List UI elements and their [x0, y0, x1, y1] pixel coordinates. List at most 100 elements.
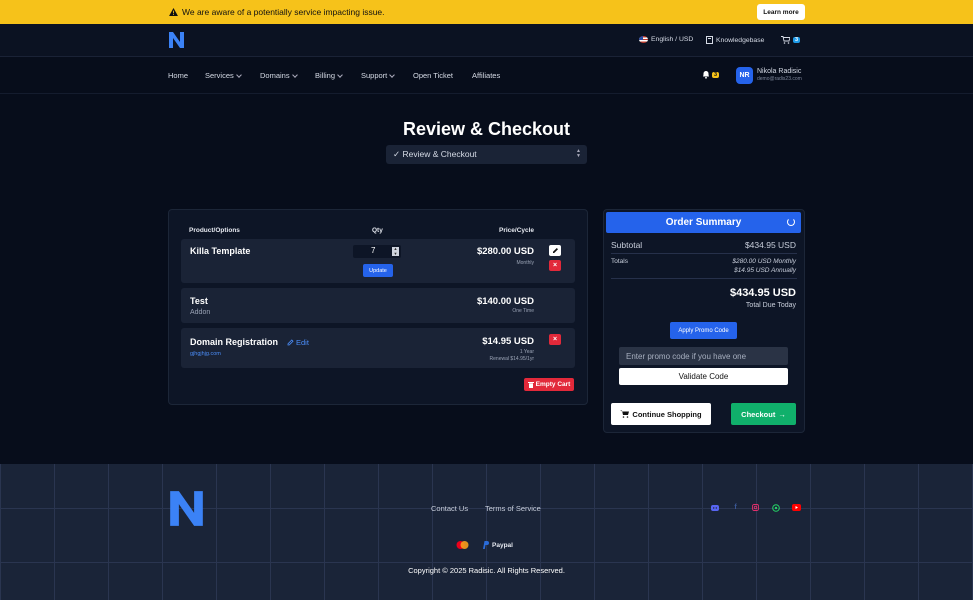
copyright-text: Copyright © 2025 Radisic. All Rights Res… — [408, 566, 565, 575]
nav-affiliates[interactable]: Affiliates — [472, 71, 500, 80]
edit-domain-link[interactable]: Edit — [287, 338, 309, 347]
empty-cart-button[interactable]: Empty Cart — [524, 378, 574, 391]
domain-name-link[interactable]: gjhgjhjg.com — [190, 351, 221, 357]
cart-item-row: Test Addon $140.00 USD One Time — [181, 288, 575, 323]
nav-open-ticket-label: Open Ticket — [413, 71, 454, 80]
total-due-value: $434.95 USD — [729, 287, 796, 299]
item-price: $280.00 USD — [476, 246, 534, 257]
totals-annually: $14.95 USD Annually — [734, 267, 796, 274]
product-type: Addon — [190, 309, 211, 316]
remove-item-button[interactable]: × — [549, 260, 561, 271]
avatar[interactable]: NR — [736, 67, 753, 84]
apply-promo-button[interactable]: Apply Promo Code — [670, 322, 737, 339]
continue-shopping-button[interactable]: Continue Shopping — [611, 403, 711, 425]
total-due-label: Total Due Today — [745, 302, 796, 309]
close-icon: × — [552, 336, 558, 343]
edit-label: Edit — [296, 338, 309, 347]
mastercard-icon — [456, 541, 469, 549]
product-name: Test — [190, 296, 208, 306]
cart-icon — [781, 36, 790, 44]
language-selector[interactable]: English / USD — [639, 36, 693, 43]
column-header-product: Product/Options — [189, 227, 240, 234]
loading-spinner-icon — [787, 218, 795, 226]
checkout-step-select[interactable]: ✓ Review & Checkout ▲ ▼ — [386, 145, 587, 164]
bell-icon — [703, 71, 709, 79]
instagram-icon[interactable] — [751, 503, 760, 512]
trash-icon — [527, 382, 534, 388]
whatsapp-icon[interactable] — [771, 503, 780, 512]
discord-icon[interactable] — [710, 503, 719, 512]
main-navbar: Home Services Domains Billing Support Op… — [0, 57, 973, 94]
cart-count-badge: 3 — [793, 37, 801, 43]
empty-cart-label: Empty Cart — [535, 381, 571, 388]
cart-link[interactable]: 3 — [781, 36, 801, 44]
validate-code-button[interactable]: Validate Code — [619, 368, 788, 385]
totals-label: Totals — [611, 258, 628, 265]
chevron-down-icon — [389, 71, 396, 78]
order-summary-title: Order Summary — [665, 217, 742, 228]
notifications-button[interactable]: 3 — [702, 70, 720, 79]
checkout-button[interactable]: Checkout → — [731, 403, 796, 425]
checkout-label: Checkout — [741, 409, 776, 419]
divider — [611, 278, 797, 279]
totals-monthly: $280.00 USD Monthly — [732, 258, 796, 265]
arrow-right-icon: → — [778, 409, 786, 419]
page-title: Review & Checkout — [402, 119, 571, 139]
paypal-badge: Paypal — [482, 541, 513, 549]
close-icon: × — [552, 262, 558, 269]
footer-logo[interactable] — [168, 488, 205, 529]
update-quantity-button[interactable]: Update — [363, 264, 393, 277]
facebook-icon[interactable]: f — [731, 503, 740, 512]
youtube-icon[interactable] — [792, 503, 801, 512]
notifications-count-badge: 3 — [712, 71, 720, 78]
select-arrows-icon: ▲ ▼ — [576, 148, 581, 159]
nav-domains-label: Domains — [260, 71, 290, 80]
learn-more-button[interactable]: Learn more — [757, 4, 805, 20]
pencil-icon — [287, 339, 294, 346]
footer-link-terms[interactable]: Terms of Service — [485, 504, 541, 513]
nav-home[interactable]: Home — [168, 71, 188, 80]
paypal-icon — [483, 541, 489, 549]
nav-billing[interactable]: Billing — [315, 71, 343, 80]
chevron-down-icon — [337, 71, 343, 78]
product-name: Killa Template — [190, 246, 251, 256]
us-flag-icon — [639, 36, 648, 43]
item-cycle: One Time — [512, 308, 534, 314]
knowledgebase-link[interactable]: Knowledgebase — [706, 36, 764, 44]
chevron-down-icon — [291, 71, 298, 78]
footer-link-contact[interactable]: Contact Us — [431, 504, 468, 513]
promo-code-input[interactable] — [619, 347, 788, 365]
product-name: Domain Registration — [190, 337, 279, 347]
item-price: $14.95 USD — [482, 336, 534, 347]
cart-icon — [620, 410, 630, 418]
knowledgebase-label: Knowledgebase — [716, 36, 765, 44]
order-summary-header: Order Summary — [606, 212, 801, 233]
continue-shopping-label: Continue Shopping — [632, 409, 702, 419]
remove-item-button[interactable]: × — [549, 334, 561, 345]
nav-open-ticket[interactable]: Open Ticket — [413, 71, 453, 80]
nav-affiliates-label: Affiliates — [472, 71, 501, 80]
alert-message: We are aware of a potentially service im… — [169, 7, 385, 17]
quantity-stepper[interactable]: 7 ▲ ▼ — [353, 245, 401, 258]
nav-services[interactable]: Services — [205, 71, 242, 80]
step-select-value: ✓ Review & Checkout — [393, 149, 477, 159]
pencil-icon — [552, 248, 558, 253]
subtotal-value: $434.95 USD — [744, 240, 796, 250]
nav-services-label: Services — [205, 71, 234, 80]
divider — [611, 253, 797, 254]
chevron-down-icon — [235, 71, 242, 78]
item-price: $140.00 USD — [476, 296, 534, 307]
language-label: English / USD — [651, 36, 694, 43]
nav-domains[interactable]: Domains — [260, 71, 298, 80]
user-name[interactable]: Nikola Radisic — [757, 68, 801, 75]
edit-item-button[interactable] — [549, 245, 561, 256]
column-header-price: Price/Cycle — [499, 227, 535, 234]
spinner-arrows-icon[interactable]: ▲ ▼ — [392, 246, 399, 256]
nav-support[interactable]: Support — [361, 71, 396, 80]
book-icon — [706, 36, 713, 44]
paypal-label: Paypal — [492, 541, 513, 549]
column-header-qty: Qty — [372, 227, 383, 234]
alert-text: We are aware of a potentially service im… — [182, 7, 385, 17]
warning-icon — [169, 8, 178, 16]
brand-logo[interactable] — [168, 31, 185, 49]
